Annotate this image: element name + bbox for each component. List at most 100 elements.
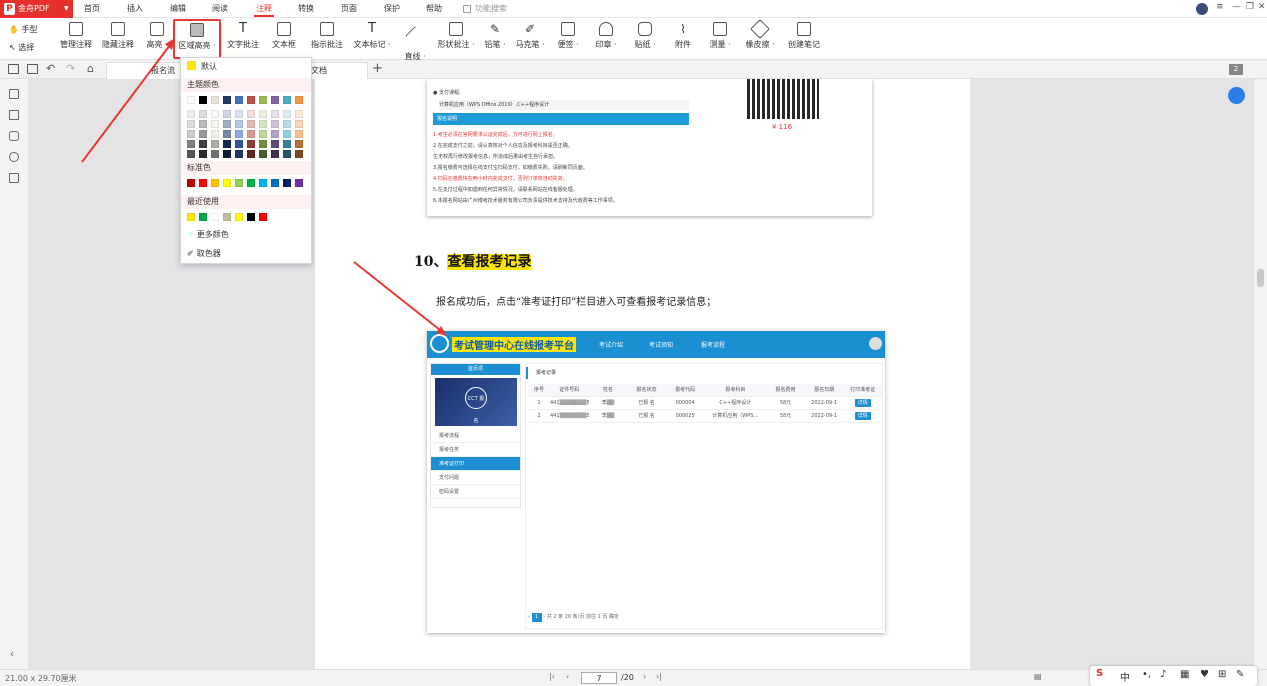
more-colors-option[interactable]: ⁘ 更多颜色 — [187, 228, 229, 242]
color-swatch[interactable] — [259, 110, 267, 118]
attachment-button[interactable]: ⌇ 附件 — [672, 20, 694, 58]
color-swatch[interactable] — [283, 130, 291, 138]
line-button[interactable]: 直线 · — [402, 20, 428, 61]
add-tab-icon[interactable]: + — [372, 61, 383, 76]
hand-tool[interactable]: ✋ 手型 — [9, 24, 38, 35]
default-color-option[interactable]: 默认 — [187, 60, 217, 74]
color-swatch[interactable] — [211, 140, 219, 148]
color-swatch[interactable] — [295, 150, 303, 158]
manage-annotations-button[interactable]: 管理注释 — [58, 20, 94, 58]
color-swatch[interactable] — [199, 120, 207, 128]
menu-icon[interactable]: ≡ — [1216, 2, 1224, 12]
bookmark-icon[interactable] — [9, 89, 19, 99]
feature-search[interactable]: 功能搜索 — [461, 2, 541, 16]
undo-icon[interactable]: ↶ — [46, 62, 55, 75]
color-swatch[interactable] — [235, 120, 243, 128]
color-swatch[interactable] — [211, 179, 219, 187]
color-swatch[interactable] — [271, 140, 279, 148]
eraser-button[interactable]: 橡皮擦 · — [744, 19, 776, 58]
color-swatch[interactable] — [295, 179, 303, 187]
comments-icon[interactable] — [9, 131, 19, 141]
maximize-icon[interactable]: ❐ — [1246, 2, 1254, 12]
color-swatch[interactable] — [271, 179, 279, 187]
tab-insert[interactable]: 插入 — [115, 0, 155, 18]
color-swatch[interactable] — [199, 130, 207, 138]
color-swatch[interactable] — [235, 96, 243, 104]
tab-edit[interactable]: 编辑 — [158, 0, 198, 18]
color-swatch[interactable] — [247, 150, 255, 158]
tab-convert[interactable]: 转换 — [286, 0, 326, 18]
color-swatch[interactable] — [283, 179, 291, 187]
color-swatch[interactable] — [247, 179, 255, 187]
redo-icon[interactable]: ↷ — [66, 62, 75, 75]
color-swatch[interactable] — [271, 110, 279, 118]
stamp-button[interactable]: 印章 · — [594, 20, 618, 58]
app-brand-button[interactable]: P 金舟PDF ▼ — [0, 0, 73, 18]
color-swatch[interactable] — [211, 130, 219, 138]
color-swatch[interactable] — [211, 213, 219, 221]
color-swatch[interactable] — [247, 213, 255, 221]
tab-page[interactable]: 页面 — [329, 0, 369, 18]
text-markup-button[interactable]: T 文本标记 · — [352, 20, 392, 58]
color-swatch[interactable] — [259, 120, 267, 128]
color-swatch[interactable] — [271, 150, 279, 158]
color-swatch[interactable] — [223, 130, 231, 138]
close-icon[interactable]: ✕ — [1258, 2, 1266, 12]
area-highlight-button[interactable]: 区域高亮 · — [173, 19, 221, 59]
microphone-icon[interactable]: ♪ — [1160, 669, 1166, 680]
color-swatch[interactable] — [271, 120, 279, 128]
scrollbar-thumb[interactable] — [1257, 269, 1264, 287]
color-swatch[interactable] — [199, 179, 207, 187]
color-swatch[interactable] — [199, 150, 207, 158]
hide-annotations-button[interactable]: 隐藏注释 — [100, 20, 136, 58]
color-swatch[interactable] — [211, 110, 219, 118]
color-swatch[interactable] — [187, 120, 195, 128]
first-page-icon[interactable]: |‹ — [549, 672, 555, 681]
pencil-button[interactable]: ✎ 铅笔 · — [482, 20, 508, 58]
color-swatch[interactable] — [283, 96, 291, 104]
color-swatch[interactable] — [259, 213, 267, 221]
color-swatch[interactable] — [199, 96, 207, 104]
marker-button[interactable]: ✐ 马克笔 · — [515, 20, 545, 58]
measure-button[interactable]: 测量 · — [708, 20, 732, 58]
color-swatch[interactable] — [235, 213, 243, 221]
color-swatch[interactable] — [247, 96, 255, 104]
tab-annotate[interactable]: 注释 — [244, 0, 284, 18]
color-swatch[interactable] — [223, 120, 231, 128]
color-swatch[interactable] — [283, 120, 291, 128]
tab-read[interactable]: 阅读 — [200, 0, 240, 18]
color-swatch[interactable] — [187, 96, 195, 104]
shape-comment-button[interactable]: 形状批注 · — [436, 20, 476, 58]
color-swatch[interactable] — [259, 150, 267, 158]
color-swatch[interactable] — [235, 140, 243, 148]
keyboard-icon[interactable]: ▦ — [1180, 669, 1189, 680]
color-swatch[interactable] — [247, 110, 255, 118]
textbox-button[interactable]: 文本框 — [270, 20, 298, 58]
color-swatch[interactable] — [187, 130, 195, 138]
collapse-sidebar-icon[interactable]: ‹ — [10, 649, 14, 660]
color-picker-option[interactable]: ✐ 取色器 — [187, 247, 221, 261]
create-note-button[interactable]: 创建笔记 — [786, 20, 822, 58]
color-swatch[interactable] — [211, 150, 219, 158]
last-page-icon[interactable]: ›| — [656, 672, 662, 681]
color-swatch[interactable] — [259, 96, 267, 104]
ime-tool-icon[interactable]: ✎ — [1236, 669, 1244, 680]
color-swatch[interactable] — [259, 179, 267, 187]
minimize-icon[interactable]: — — [1232, 2, 1241, 12]
text-comment-button[interactable]: T 文字批注 — [226, 20, 260, 58]
color-swatch[interactable] — [223, 140, 231, 148]
color-swatch[interactable] — [187, 150, 195, 158]
view-mode-icon[interactable]: ▤ — [1034, 672, 1042, 681]
next-page-icon[interactable]: › — [643, 672, 646, 681]
color-swatch[interactable] — [223, 96, 231, 104]
color-swatch[interactable] — [247, 140, 255, 148]
save-icon[interactable] — [27, 64, 38, 74]
color-swatch[interactable] — [223, 150, 231, 158]
color-swatch[interactable] — [223, 213, 231, 221]
color-swatch[interactable] — [247, 130, 255, 138]
color-swatch[interactable] — [187, 140, 195, 148]
color-swatch[interactable] — [235, 110, 243, 118]
color-swatch[interactable] — [259, 140, 267, 148]
sticker-button[interactable]: 贴纸 · — [633, 20, 657, 58]
apps-grid-icon[interactable]: ⊞ — [1218, 669, 1226, 680]
